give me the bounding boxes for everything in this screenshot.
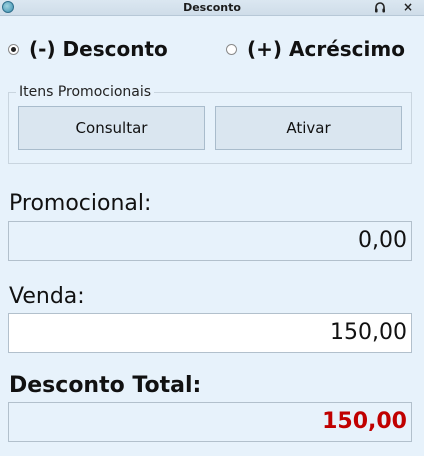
mode-selector: (-) Desconto (+) Acréscimo: [0, 36, 424, 62]
radio-acrescimo-indicator[interactable]: [226, 43, 237, 55]
radio-acrescimo-label[interactable]: (+) Acréscimo: [247, 37, 405, 61]
radio-desconto-label[interactable]: (-) Desconto: [29, 37, 168, 61]
promocional-field: 0,00: [8, 221, 412, 261]
radio-acrescimo[interactable]: (+) Acréscimo: [226, 36, 405, 62]
close-icon[interactable]: ×: [400, 0, 416, 15]
venda-label: Venda:: [9, 284, 85, 309]
headset-icon[interactable]: [372, 0, 388, 15]
window-title: Desconto: [183, 1, 241, 14]
consultar-button[interactable]: Consultar: [18, 106, 205, 150]
desconto-total-label: Desconto Total:: [9, 373, 202, 398]
promo-items-legend: Itens Promocionais: [16, 83, 155, 101]
title-bar: Desconto ×: [0, 0, 424, 16]
radio-desconto[interactable]: (-) Desconto: [8, 36, 168, 62]
promocional-label: Promocional:: [9, 191, 152, 216]
desconto-total-field: 150,00: [8, 402, 412, 442]
ativar-button[interactable]: Ativar: [215, 106, 402, 150]
radio-desconto-indicator[interactable]: [8, 43, 19, 55]
venda-input[interactable]: 150,00: [8, 313, 412, 353]
